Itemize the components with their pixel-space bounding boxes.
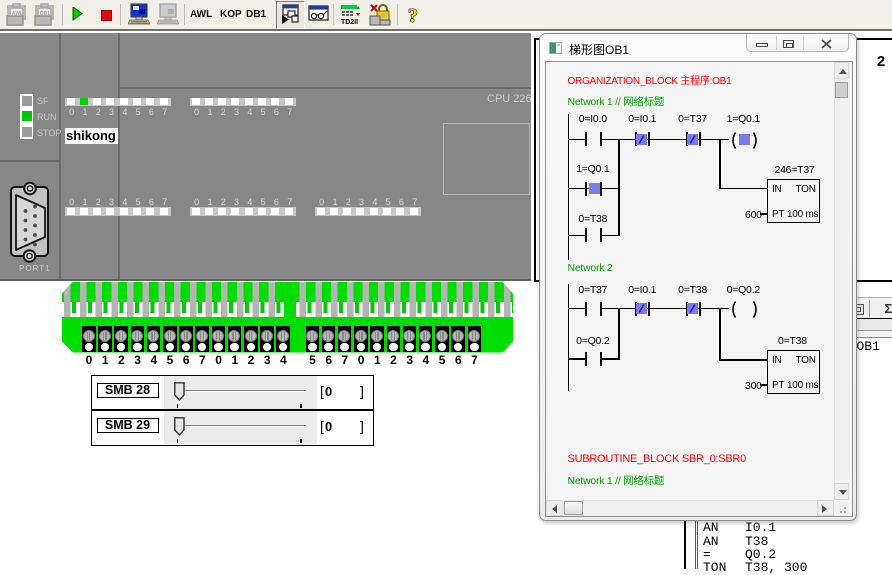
svg-text:AWL: AWL — [12, 11, 23, 17]
svg-text:DB1: DB1 — [40, 11, 50, 17]
svg-text:?: ? — [408, 5, 418, 27]
svg-text:TD2II: TD2II — [341, 19, 358, 26]
